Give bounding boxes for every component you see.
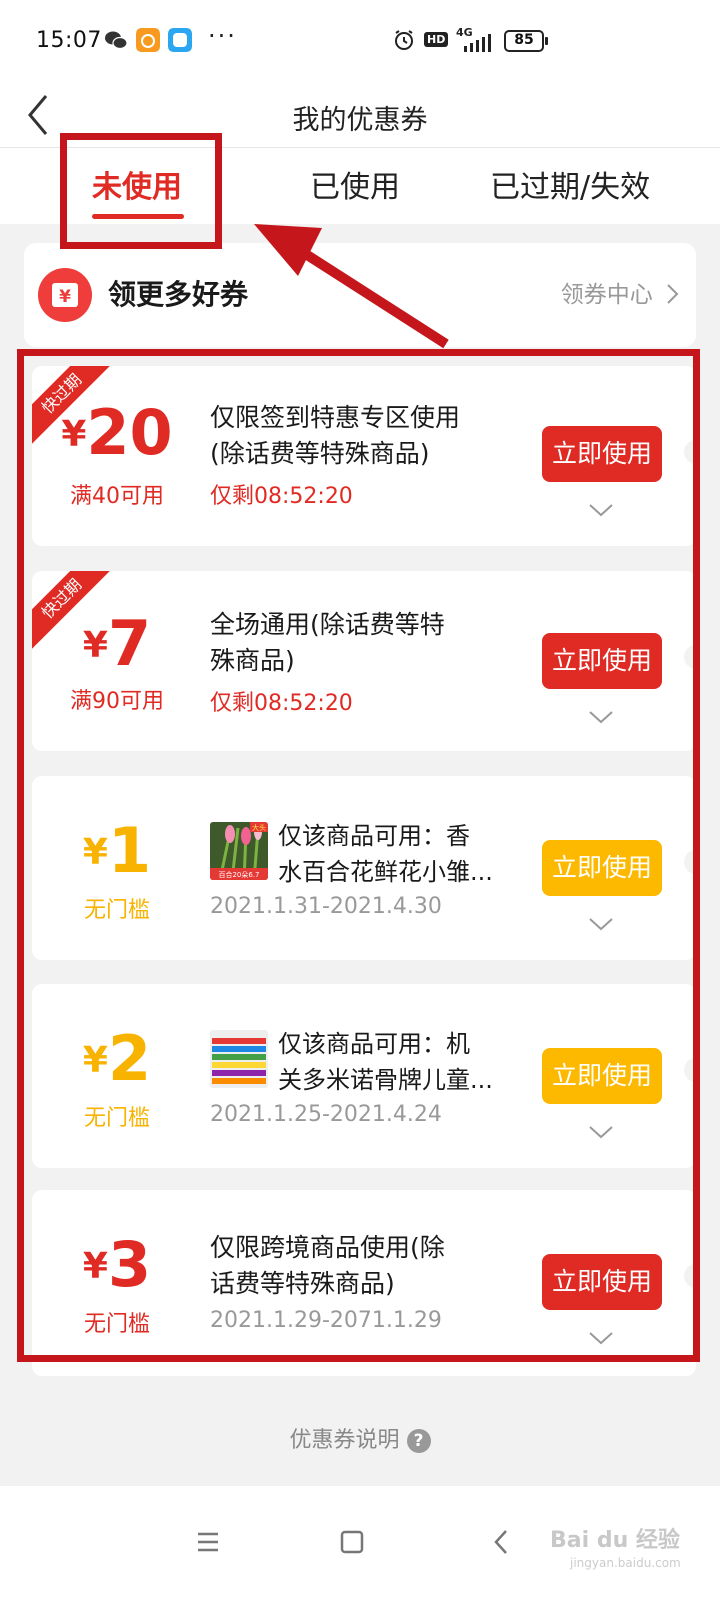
coupon-description: 仅该商品可用：机 关多米诺骨牌儿童... bbox=[278, 1030, 493, 1094]
product-thumbnail-lily: 大头 百合20朵6.7 bbox=[210, 822, 268, 880]
messenger-app-icon bbox=[168, 28, 192, 52]
uc-browser-icon bbox=[136, 28, 160, 52]
app-header: 我的优惠券 bbox=[0, 84, 720, 148]
chevron-down-icon[interactable] bbox=[588, 1124, 614, 1140]
tab-unused[interactable]: 未使用 bbox=[92, 162, 182, 206]
chevron-down-icon[interactable] bbox=[588, 916, 614, 932]
coupon-condition: 满40可用 bbox=[70, 484, 164, 509]
more-notifications-icon: ··· bbox=[208, 22, 237, 50]
coupon-center-link[interactable]: 领券中心 bbox=[561, 275, 680, 309]
home-icon[interactable] bbox=[326, 1516, 378, 1568]
coupon-validity: 2021.1.25-2021.4.24 bbox=[210, 1102, 442, 1127]
coupon-countdown: 仅剩08:52:20 bbox=[210, 484, 353, 509]
coupon-status-tabs: 未使用 已使用 已过期/失效 bbox=[0, 148, 720, 224]
use-now-button[interactable]: 立即使用 bbox=[542, 1254, 662, 1310]
coupon-explanation-link[interactable]: 优惠券说明 ? bbox=[0, 1422, 720, 1454]
get-more-coupons-title: 领更多好券 bbox=[108, 278, 249, 311]
battery-icon: 85 bbox=[504, 30, 548, 52]
coupon-amount: ¥3 bbox=[82, 1228, 152, 1301]
hd-icon: HD bbox=[424, 32, 449, 47]
use-now-button[interactable]: 立即使用 bbox=[542, 633, 662, 689]
coupon-card: ¥2 无门槛 仅该商品可用：机 关多米诺骨牌儿童... 2021.1.25-202… bbox=[32, 984, 696, 1168]
signal-icon bbox=[464, 34, 491, 52]
system-nav-bar: Bai du 经验 jingyan.baidu.com bbox=[0, 1486, 720, 1600]
coupon-description: 全场通用(除话费等特 殊商品) bbox=[210, 610, 445, 675]
use-now-button[interactable]: 立即使用 bbox=[542, 1048, 662, 1104]
use-now-button[interactable]: 立即使用 bbox=[542, 840, 662, 896]
menu-icon[interactable] bbox=[182, 1516, 234, 1568]
wechat-icon bbox=[105, 31, 128, 50]
svg-text:¥: ¥ bbox=[59, 287, 71, 307]
status-time: 15:07 bbox=[36, 28, 102, 53]
coupon-countdown: 仅剩08:52:20 bbox=[210, 691, 353, 716]
status-bar: 15:07 ··· HD 4G 85 bbox=[0, 0, 720, 84]
baidu-jingyan-watermark: Bai du 经验 bbox=[550, 1528, 680, 1553]
coupon-amount: ¥7 bbox=[82, 607, 152, 680]
watermark-url: jingyan.baidu.com bbox=[570, 1556, 681, 1570]
coupon-description: 仅限签到特惠专区使用 (除话费等特殊商品) bbox=[210, 403, 461, 468]
coupon-description: 仅限跨境商品使用(除 话费等特殊商品) bbox=[210, 1233, 445, 1298]
coupon-card: 快过期 ¥7 满90可用 全场通用(除话费等特 殊商品) 仅剩08:52:20 立… bbox=[32, 571, 696, 751]
coupon-card: ¥3 无门槛 仅限跨境商品使用(除 话费等特殊商品) 2021.1.29-2071… bbox=[32, 1190, 696, 1376]
svg-text:百合20朵6.7: 百合20朵6.7 bbox=[218, 870, 259, 879]
coupon-condition: 无门槛 bbox=[83, 898, 150, 923]
coupon-condition: 无门槛 bbox=[83, 1106, 150, 1131]
tab-expired[interactable]: 已过期/失效 bbox=[490, 162, 650, 206]
coupon-explanation-label: 优惠券说明 bbox=[289, 1428, 400, 1453]
coupon-card: 快过期 ¥20 满40可用 仅限签到特惠专区使用 (除话费等特殊商品) 仅剩08:… bbox=[32, 366, 696, 546]
coupon-description: 仅该商品可用：香 水百合花鲜花小雏... bbox=[278, 822, 493, 886]
chevron-right-icon bbox=[667, 284, 679, 304]
coupon-center-label: 领券中心 bbox=[560, 282, 653, 308]
tab-used[interactable]: 已使用 bbox=[310, 162, 400, 206]
coupon-condition: 无门槛 bbox=[83, 1312, 150, 1337]
coupon-validity: 2021.1.29-2071.1.29 bbox=[210, 1308, 442, 1333]
back-nav-icon[interactable] bbox=[476, 1516, 528, 1568]
use-now-button[interactable]: 立即使用 bbox=[542, 426, 662, 482]
svg-text:大头: 大头 bbox=[252, 823, 266, 832]
chevron-down-icon[interactable] bbox=[588, 709, 614, 725]
page-title: 我的优惠券 bbox=[292, 105, 428, 136]
coupon-condition: 满90可用 bbox=[70, 689, 164, 714]
coupon-amount: ¥20 bbox=[61, 396, 173, 469]
get-more-coupons-card[interactable]: ¥ 领更多好券 领券中心 bbox=[24, 243, 696, 347]
product-thumbnail-dominoes bbox=[210, 1030, 268, 1088]
chevron-down-icon[interactable] bbox=[588, 1330, 614, 1346]
coupon-card: ¥1 无门槛 大头 百合20朵6.7 仅该商品可用：香 水百合花鲜花小雏... 2… bbox=[32, 776, 696, 960]
active-tab-indicator bbox=[92, 214, 184, 219]
alarm-icon bbox=[395, 30, 413, 50]
coupon-amount: ¥1 bbox=[82, 814, 152, 887]
coupon-amount: ¥2 bbox=[82, 1022, 152, 1095]
coupon-validity: 2021.1.31-2021.4.30 bbox=[210, 894, 442, 919]
help-icon: ? bbox=[406, 1429, 431, 1453]
coupon-ticket-icon: ¥ bbox=[38, 268, 92, 322]
chevron-down-icon[interactable] bbox=[588, 502, 614, 518]
